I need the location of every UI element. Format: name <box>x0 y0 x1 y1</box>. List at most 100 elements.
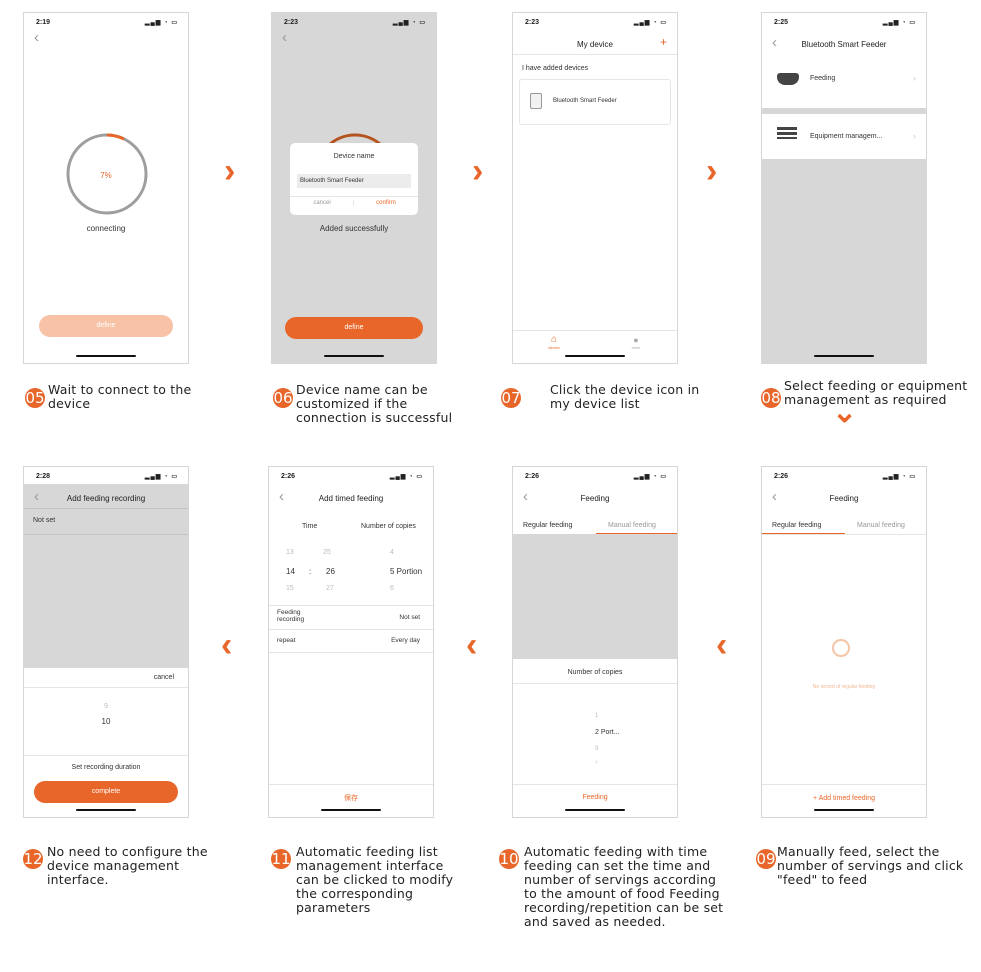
row-label: repeat <box>277 637 296 644</box>
picker-current[interactable]: 10 <box>24 717 188 726</box>
recording-value: Not set <box>33 517 56 524</box>
step-caption: Click the device icon in my device list <box>550 382 700 411</box>
add-timed-feeding-button[interactable]: + Add timed feeding <box>762 795 926 802</box>
step-caption: Automatic feeding with time feeding can … <box>524 844 724 929</box>
dialog-title: Device name <box>333 153 375 160</box>
step-badge: 07 <box>501 388 521 408</box>
step-badge: 06 <box>273 388 293 408</box>
chevron-right-icon: › <box>913 73 916 83</box>
hour-prev: 13 <box>286 549 294 556</box>
time-colon: : <box>309 567 312 576</box>
status-bar: 2:26 ▂▄▆ ◔ ▭ <box>525 473 667 480</box>
device-name: Bluetooth Smart Feeder <box>553 98 617 104</box>
duration-label: Set recording duration <box>71 764 141 771</box>
footer-divider <box>762 784 926 785</box>
chevron-right-icon: › <box>913 131 916 141</box>
equipment-menu-item[interactable]: Equipment managem... › <box>762 114 926 154</box>
feeding-label: Feeding <box>810 75 836 82</box>
screen-10: 2:26 ▂▄▆ ◔ ▭ ‹ Feeding Regular feeding Ma… <box>512 466 678 818</box>
minute-picker[interactable]: 26 <box>326 567 335 576</box>
header-divider <box>24 508 188 509</box>
feeding-recording-row[interactable]: Feeding recording Not set <box>269 607 433 629</box>
row-value: Every day <box>391 637 420 644</box>
copies-prev: 4 <box>390 549 394 556</box>
tab-manual-feeding[interactable]: Manual feeding <box>608 522 656 529</box>
copies-option: 4 <box>595 760 598 766</box>
tab-regular-feeding[interactable]: Regular feeding <box>523 522 572 529</box>
step-caption: No need to configure the device manageme… <box>47 844 208 887</box>
step-caption: Manually feed, select the number of serv… <box>777 844 964 887</box>
status-bar: 2:26 ▂▄▆ ◔ ▭ <box>774 473 916 480</box>
picker-divider <box>24 687 188 688</box>
empty-state-text: No record of regular feeding <box>812 684 876 690</box>
dialog-cancel-button[interactable]: cancel <box>290 200 354 206</box>
row-value: Not set <box>399 614 420 621</box>
home-indicator <box>565 809 625 811</box>
header-divider <box>513 54 677 55</box>
tab-mine-label: mine <box>631 345 641 350</box>
feeding-menu-item[interactable]: Feeding › <box>762 58 926 108</box>
feeding-button[interactable]: Feeding <box>513 794 677 801</box>
gray-overlay <box>24 484 188 668</box>
copies-option-selected[interactable]: 2 Port... <box>595 729 620 736</box>
home-indicator <box>324 355 384 357</box>
name-dialog: Device name Bluetooth Smart Feeder cance… <box>290 143 418 215</box>
page-title: Feeding <box>580 494 610 503</box>
home-indicator <box>76 809 136 811</box>
dialog-confirm-button[interactable]: confirm <box>353 200 418 206</box>
arrow-left-icon: ‹ <box>221 626 233 664</box>
copies-option: 3 <box>595 746 599 752</box>
equipment-icon <box>777 127 797 139</box>
tab-device[interactable]: ⌂ device <box>541 334 567 351</box>
step-badge: 11 <box>271 849 291 869</box>
status-bar: 2:26 ▂▄▆ ◔ ▭ <box>281 473 423 480</box>
copies-column-header: Number of copies <box>361 523 416 530</box>
tab-mine[interactable]: ● mine <box>623 335 649 350</box>
add-device-icon[interactable]: + <box>660 35 667 49</box>
home-indicator <box>321 809 381 811</box>
step-badge: 09 <box>756 849 776 869</box>
minute-prev: 25 <box>323 549 331 556</box>
arrow-right-icon: › <box>472 152 484 190</box>
back-icon[interactable]: ‹ <box>34 30 39 45</box>
page-title: My device <box>576 40 613 49</box>
copies-label: Number of copies <box>567 669 623 676</box>
footer-divider <box>269 784 433 785</box>
define-button[interactable]: define <box>285 317 423 339</box>
hour-picker[interactable]: 14 <box>286 567 295 576</box>
repeat-row[interactable]: repeat Every day <box>269 630 433 652</box>
step-caption: Select feeding or equipment management a… <box>784 378 968 407</box>
footer-divider <box>513 784 677 785</box>
back-icon[interactable]: ‹ <box>282 30 287 45</box>
define-button[interactable]: define <box>39 315 173 337</box>
step-caption: Wait to connect to the device <box>48 382 192 411</box>
screen-08: 2:25 ▂▄▆ ◔ ▭ ‹ Bluetooth Smart Feeder Fee… <box>761 12 927 364</box>
progress-percent: 7% <box>100 171 112 180</box>
home-icon: ⌂ <box>550 334 558 345</box>
screen-12: 2:28 ▂▄▆ ◔ ▭ ‹ Add feeding recording Not … <box>23 466 189 818</box>
page-title: Add timed feeding <box>318 494 384 503</box>
complete-button[interactable]: complete <box>34 781 178 803</box>
person-icon: ● <box>633 335 639 345</box>
tab-regular-feeding[interactable]: Regular feeding <box>772 522 821 529</box>
home-indicator <box>814 355 874 357</box>
device-name-input[interactable]: Bluetooth Smart Feeder <box>297 174 411 188</box>
step-badge: 10 <box>499 849 519 869</box>
tab-manual-feeding[interactable]: Manual feeding <box>857 522 905 529</box>
device-card[interactable]: Bluetooth Smart Feeder <box>519 79 671 125</box>
home-indicator <box>814 809 874 811</box>
copies-picker[interactable]: 5 Portion <box>390 567 422 576</box>
minute-next: 27 <box>326 585 334 592</box>
screen-07: 2:23 ▂▄▆ ◔ ▭ My device + I have added dev… <box>512 12 678 364</box>
step-caption: Automatic feeding list management interf… <box>296 844 454 915</box>
status-bar: 2:25 ▂▄▆ ◔ ▭ <box>774 19 916 26</box>
picker-cancel-button[interactable]: cancel <box>154 674 174 681</box>
copies-next: 6 <box>390 585 394 592</box>
status-text: connecting <box>86 224 126 233</box>
row-divider <box>24 534 188 535</box>
save-button[interactable]: 保存 <box>269 793 433 803</box>
copies-option: 1 <box>595 713 599 719</box>
home-indicator <box>565 355 625 357</box>
step-badge: 08 <box>761 388 781 408</box>
arrow-left-icon: ‹ <box>466 626 478 664</box>
